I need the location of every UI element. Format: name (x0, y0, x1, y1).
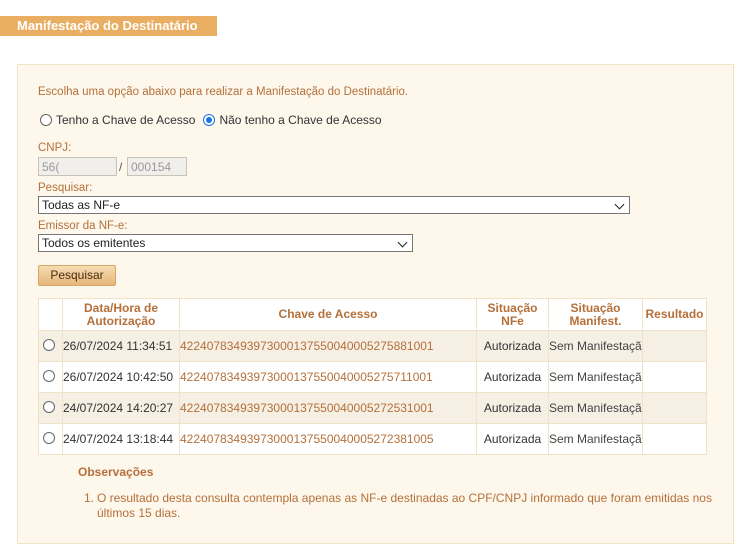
row-datetime: 24/07/2024 14:20:27 (62, 392, 180, 424)
table-row[interactable]: 24/07/2024 14:20:27 42240783493973000137… (38, 392, 707, 424)
observation-number: 1. (84, 491, 95, 505)
table-row[interactable]: 26/07/2024 10:42:50 42240783493973000137… (38, 361, 707, 393)
emissor-label: Emissor da NF-e: (38, 220, 128, 232)
row-access-key[interactable]: 42240783493973000137550040005275711001 (179, 361, 477, 393)
results-table: Data/Hora de Autorização Chave de Acesso… (38, 298, 707, 455)
chevron-down-icon (397, 237, 408, 248)
row-situacao-nfe: Autorizada (476, 361, 549, 393)
col-situacao-nfe: Situação NFe (476, 298, 549, 331)
row-situacao-nfe: Autorizada (476, 423, 549, 455)
row-resultado (642, 392, 707, 424)
page-title: Manifestação do Destinatário (0, 16, 217, 36)
row-access-key[interactable]: 42240783493973000137550040005272531001 (179, 392, 477, 424)
radio-without-key[interactable] (203, 114, 216, 126)
instruction-text: Escolha uma opção abaixo para realizar a… (38, 86, 409, 98)
pesquisar-select[interactable]: Todas as NF-e (38, 196, 630, 214)
row-situacao-manifest: Sem Manifestação (548, 423, 643, 455)
row-select-radio[interactable] (42, 338, 55, 351)
col-access-key: Chave de Acesso (179, 298, 477, 331)
row-resultado (642, 361, 707, 393)
row-access-key[interactable]: 42240783493973000137550040005275881001 (179, 330, 477, 362)
emissor-select[interactable]: Todos os emitentes (38, 234, 413, 252)
row-select-radio[interactable] (42, 400, 55, 413)
row-situacao-manifest: Sem Manifestação (548, 361, 643, 393)
row-access-key[interactable]: 42240783493973000137550040005272381005 (179, 423, 477, 455)
row-select-radio[interactable] (42, 369, 55, 382)
row-select-radio[interactable] (42, 431, 55, 444)
col-select (38, 298, 63, 331)
cnpj-field-part2[interactable]: 000154 (127, 157, 187, 176)
row-situacao-nfe: Autorizada (476, 330, 549, 362)
row-datetime: 26/07/2024 10:42:50 (62, 361, 180, 393)
row-resultado (642, 423, 707, 455)
observations-title: Observações (78, 465, 154, 479)
key-option-group: Tenho a Chave de Acesso Não tenho a Chav… (40, 113, 390, 127)
radio-with-key[interactable] (40, 114, 52, 126)
table-row[interactable]: 26/07/2024 11:34:51 42240783493973000137… (38, 330, 707, 362)
cnpj-separator: / (119, 160, 123, 174)
row-situacao-nfe: Autorizada (476, 392, 549, 424)
observation-item: 1. O resultado desta consulta contempla … (84, 491, 724, 521)
cnpj-field-part1[interactable]: 56( (38, 157, 117, 176)
col-situacao-manifest: Situação Manifest. (548, 298, 643, 331)
radio-with-key-label[interactable]: Tenho a Chave de Acesso (56, 113, 195, 127)
chevron-down-icon (614, 199, 625, 210)
radio-without-key-label[interactable]: Não tenho a Chave de Acesso (219, 113, 381, 127)
pesquisar-select-value: Todas as NF-e (42, 198, 121, 212)
row-resultado (642, 330, 707, 362)
emissor-select-value: Todos os emitentes (42, 236, 146, 250)
row-situacao-manifest: Sem Manifestação (548, 330, 643, 362)
table-row[interactable]: 24/07/2024 13:18:44 42240783493973000137… (38, 423, 707, 455)
table-header-row: Data/Hora de Autorização Chave de Acesso… (38, 298, 707, 331)
search-button[interactable]: Pesquisar (38, 265, 116, 286)
col-resultado: Resultado (642, 298, 707, 331)
row-datetime: 24/07/2024 13:18:44 (62, 423, 180, 455)
observation-text: O resultado desta consulta contempla ape… (97, 491, 712, 520)
col-datetime: Data/Hora de Autorização (62, 298, 180, 331)
cnpj-label: CNPJ: (38, 142, 72, 154)
row-situacao-manifest: Sem Manifestação (548, 392, 643, 424)
row-datetime: 26/07/2024 11:34:51 (62, 330, 180, 362)
pesquisar-label: Pesquisar: (38, 182, 93, 194)
